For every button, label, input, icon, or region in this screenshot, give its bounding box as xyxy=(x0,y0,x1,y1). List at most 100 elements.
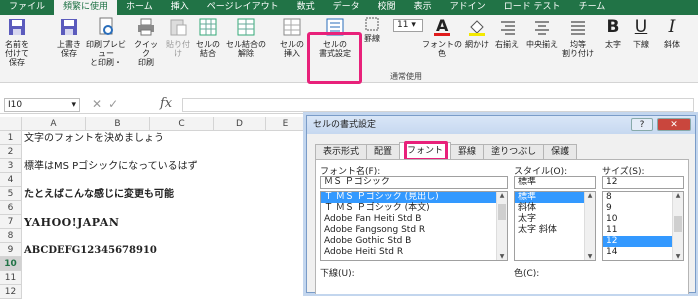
print-preview-button[interactable]: 印刷プレビュー と印刷・ xyxy=(86,17,126,67)
scroll-up-icon[interactable]: ▲ xyxy=(673,192,683,199)
tab-load-test[interactable]: ロード テスト xyxy=(495,0,570,15)
font-name-input[interactable]: ＭＳ Ｐゴシック xyxy=(320,176,508,189)
font-size-select[interactable]: 11 ▾ xyxy=(393,19,423,32)
close-button[interactable]: ✕ xyxy=(657,118,691,131)
italic-button[interactable]: I 斜体 xyxy=(658,17,686,49)
row-header[interactable]: 5 xyxy=(0,187,22,201)
size-input[interactable]: 12 xyxy=(602,176,684,189)
scroll-down-icon[interactable]: ▼ xyxy=(585,253,595,260)
select-all-corner[interactable] xyxy=(0,117,22,131)
style-list-item[interactable]: 標準 xyxy=(515,192,595,203)
tab-formulas[interactable]: 数式 xyxy=(288,0,324,15)
scroll-down-icon[interactable]: ▼ xyxy=(673,253,683,260)
font-list-item[interactable]: Adobe Heiti Std R xyxy=(321,247,507,258)
tab-border[interactable]: 罫線 xyxy=(450,144,485,159)
style-list-item[interactable]: 太字 xyxy=(515,214,595,225)
row-header[interactable]: 2 xyxy=(0,145,22,159)
col-header-e[interactable]: E xyxy=(266,117,306,131)
style-list-item[interactable]: 太字 斜体 xyxy=(515,225,595,236)
font-list-item[interactable]: Ｔ ＭＳ Ｐゴシック (本文) xyxy=(321,203,507,214)
size-list-item[interactable]: 9 xyxy=(603,203,683,214)
tab-data[interactable]: データ xyxy=(324,0,369,15)
size-list-item[interactable]: 14 xyxy=(603,247,683,258)
row-header[interactable]: 8 xyxy=(0,229,22,243)
help-button[interactable]: ? xyxy=(631,118,653,131)
enter-icon[interactable]: ✓ xyxy=(108,97,124,111)
row-header[interactable]: 3 xyxy=(0,159,22,173)
cell-a9[interactable]: ABCDEFG12345678910 xyxy=(24,243,157,258)
font-list-item[interactable]: Adobe Fan Heiti Std B xyxy=(321,214,507,225)
row-header-selected[interactable]: 10 xyxy=(0,257,22,271)
font-list-item[interactable]: Ｔ ＭＳ Ｐゴシック (見出し) xyxy=(321,192,507,203)
row-header[interactable]: 12 xyxy=(0,285,22,299)
align-center-button[interactable]: 中央揃え xyxy=(524,17,560,49)
row-header[interactable]: 7 xyxy=(0,215,22,229)
tab-insert[interactable]: 挿入 xyxy=(162,0,198,15)
tab-number-format[interactable]: 表示形式 xyxy=(315,144,368,159)
scroll-up-icon[interactable]: ▲ xyxy=(497,192,507,199)
cell-a3[interactable]: 標準はMS Pゴシックになっているはず xyxy=(24,159,198,174)
tab-home[interactable]: ホーム xyxy=(117,0,162,15)
size-list-item[interactable]: 11 xyxy=(603,225,683,236)
row-header[interactable]: 6 xyxy=(0,201,22,215)
row-header[interactable]: 4 xyxy=(0,173,22,187)
name-box[interactable]: I10 ▾ xyxy=(4,98,80,112)
font-list-scrollbar[interactable]: ▲ ▼ xyxy=(496,192,507,260)
font-size-value: 11 xyxy=(397,20,409,30)
cell-a7[interactable]: YAHOO!JAPAN xyxy=(24,215,119,230)
cell-a5[interactable]: たとえばこんな感じに変更も可能 xyxy=(24,187,174,202)
tab-team[interactable]: チーム xyxy=(570,0,615,15)
quick-print-button[interactable]: クイック 印刷 xyxy=(131,17,161,67)
font-color-button[interactable]: A フォントの色 xyxy=(420,16,464,58)
tab-protection[interactable]: 保護 xyxy=(543,144,578,159)
paste-button[interactable]: 貼り付け xyxy=(163,17,193,58)
cancel-icon[interactable]: ✕ xyxy=(92,97,108,111)
align-right-button[interactable]: 右揃え xyxy=(492,17,522,49)
style-list-scrollbar[interactable]: ▲ ▼ xyxy=(584,192,595,260)
unmerge-cells-button[interactable]: セル結合の 解除 xyxy=(226,17,266,58)
save-as-button[interactable]: 名前を付けて 保存 xyxy=(2,17,32,67)
underline-button[interactable]: U 下線 xyxy=(626,17,656,49)
col-header-b[interactable]: B xyxy=(86,117,150,131)
tab-alignment[interactable]: 配置 xyxy=(366,144,401,159)
tab-addins[interactable]: アドイン xyxy=(441,0,495,15)
scroll-down-icon[interactable]: ▼ xyxy=(497,253,507,260)
font-list-item[interactable]: Adobe Gothic Std B xyxy=(321,236,507,247)
tab-file[interactable]: ファイル xyxy=(0,0,54,15)
tab-fill[interactable]: 塗りつぶし xyxy=(483,144,545,159)
style-list[interactable]: 標準 斜体 太字 太字 斜体 ▲ ▼ xyxy=(514,191,596,261)
col-header-d[interactable]: D xyxy=(214,117,266,131)
save-button[interactable]: 上書き 保存 xyxy=(54,17,84,58)
size-list-item[interactable]: 8 xyxy=(603,192,683,203)
scroll-thumb[interactable] xyxy=(674,216,682,232)
bold-button[interactable]: B 太字 xyxy=(598,17,628,49)
insert-cells-button[interactable]: セルの 挿入 xyxy=(276,17,308,58)
cell-a1[interactable]: 文字のフォントを決めましょう xyxy=(24,131,164,146)
row-header[interactable]: 11 xyxy=(0,271,22,285)
col-header-a[interactable]: A xyxy=(22,117,86,131)
style-input[interactable]: 標準 xyxy=(514,176,596,189)
insert-function-button[interactable]: fx xyxy=(160,96,172,111)
font-list-item[interactable]: Adobe Fangsong Std R xyxy=(321,225,507,236)
merge-cells-button[interactable]: セルの 結合 xyxy=(193,17,223,58)
scroll-up-icon[interactable]: ▲ xyxy=(585,192,595,199)
size-list-item[interactable]: 12 xyxy=(603,236,683,247)
size-list[interactable]: 8 9 10 11 12 14 ▲ ▼ xyxy=(602,191,684,261)
shading-button[interactable]: 網かけ xyxy=(462,17,492,49)
tab-frequent[interactable]: 頻繁に使用 xyxy=(54,0,118,15)
name-box-value: I10 xyxy=(8,100,23,110)
distributed-button[interactable]: 均等 割り付け xyxy=(560,17,596,58)
font-name-list[interactable]: Ｔ ＭＳ Ｐゴシック (見出し) Ｔ ＭＳ Ｐゴシック (本文) Adobe F… xyxy=(320,191,508,261)
tab-view[interactable]: 表示 xyxy=(405,0,441,15)
size-list-item[interactable]: 10 xyxy=(603,214,683,225)
formula-input[interactable] xyxy=(182,98,694,112)
scroll-thumb[interactable] xyxy=(498,204,506,220)
tab-page-layout[interactable]: ページレイアウト xyxy=(198,0,288,15)
style-list-item[interactable]: 斜体 xyxy=(515,203,595,214)
borders-button[interactable]: 罫線 xyxy=(362,17,382,43)
size-list-scrollbar[interactable]: ▲ ▼ xyxy=(672,192,683,260)
col-header-c[interactable]: C xyxy=(150,117,214,131)
tab-review[interactable]: 校閲 xyxy=(369,0,405,15)
row-header[interactable]: 1 xyxy=(0,131,22,145)
row-header[interactable]: 9 xyxy=(0,243,22,257)
